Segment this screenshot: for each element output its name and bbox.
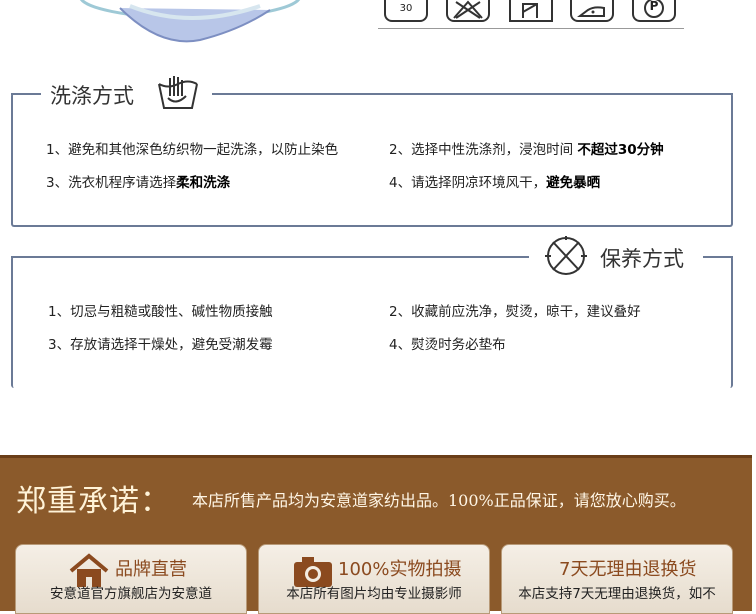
card-photo-title: 100%实物拍摄 (338, 559, 462, 580)
maintain-item-1: 1、切忌与粗糙或酸性、碱性物质接触 (48, 304, 273, 320)
care-icons-row: 30 P (378, 0, 684, 29)
product-image (70, 0, 310, 48)
wash-item-4: 4、请选择阴凉环境风干，避免暴晒 (389, 175, 601, 191)
wash-item-2: 2、选择中性洗涤剂，浸泡时间 不超过30分钟 (389, 142, 664, 158)
wash-item-1: 1、避免和其他深色纺织物一起洗涤，以防止染色 (46, 142, 339, 158)
card-return-desc: 本店支持7天无理由退换货，如不 (518, 586, 716, 602)
iron-icon (570, 0, 614, 22)
wash-section (11, 93, 733, 227)
dry-clean-icon: P (632, 0, 676, 22)
card-photo-desc: 本店所有图片均由专业摄影师 (286, 586, 462, 602)
hand-wash-icon (156, 74, 200, 116)
card-brand-title: 品牌直营 (115, 559, 187, 580)
card-brand-direct: 品牌直营 安意道官方旗舰店为安意道 (15, 544, 247, 614)
maintain-item-2: 2、收藏前应洗净，熨烫，晾干，建议叠好 (389, 304, 641, 320)
maintain-section (11, 256, 733, 388)
promise-title: 郑重承诺： (16, 484, 171, 519)
card-brand-desc: 安意道官方旗舰店为安意道 (50, 586, 212, 602)
card-real-photo: 100%实物拍摄 本店所有图片均由专业摄影师 (258, 544, 490, 614)
card-return-title: 7天无理由退换货 (559, 559, 697, 580)
wash-title: 洗涤方式 (50, 84, 134, 108)
promise-banner: 郑重承诺： 本店所售产品均为安意道家纺出品。100%正品保证，请您放心购买。 品… (0, 455, 752, 614)
maintain-title: 保养方式 (600, 247, 684, 271)
maintain-item-3: 3、存放请选择干燥处，避免受潮发霉 (48, 337, 273, 353)
promise-text: 本店所售产品均为安意道家纺出品。100%正品保证，请您放心购买。 (192, 491, 686, 510)
card-return: 7天无理由退换货 本店支持7天无理由退换货，如不 (501, 544, 733, 614)
wash-item-3: 3、洗衣机程序请选择柔和洗涤 (46, 175, 231, 191)
tumble-dry-icon (509, 0, 553, 22)
wash-30-icon: 30 (384, 0, 428, 22)
no-bleach-icon (446, 0, 490, 22)
no-tumble-dry-icon (543, 234, 589, 282)
maintain-item-4: 4、熨烫时务必垫布 (389, 337, 506, 353)
